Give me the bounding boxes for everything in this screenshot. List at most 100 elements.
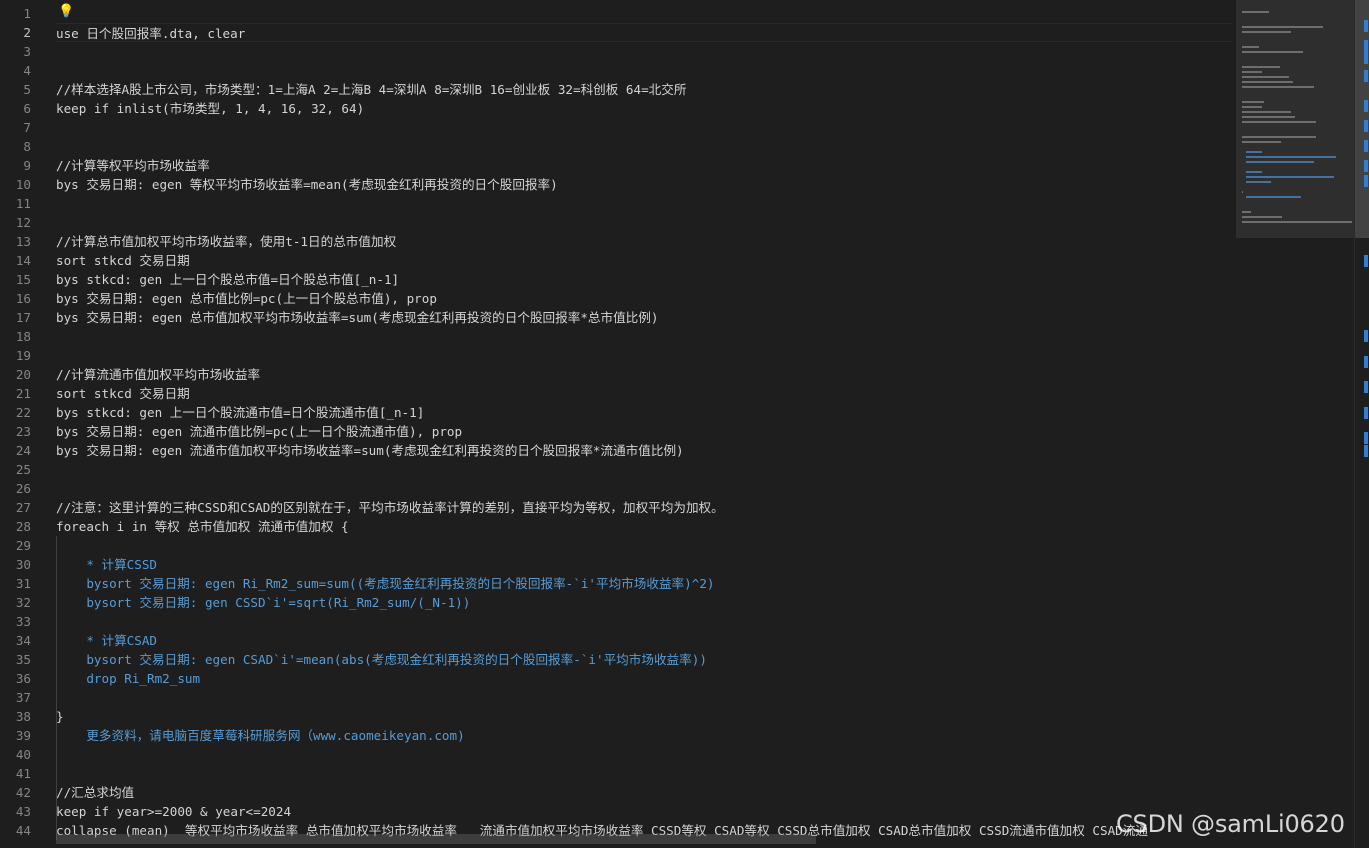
code-line[interactable] xyxy=(56,536,1232,555)
horizontal-scrollbar-thumb[interactable] xyxy=(56,834,816,844)
line-number: 26 xyxy=(15,481,31,496)
scrollbar-marker xyxy=(1364,432,1368,444)
line-number: 8 xyxy=(23,139,31,154)
line-number: 24 xyxy=(15,443,31,458)
line-number: 38 xyxy=(15,709,31,724)
code-line[interactable]: keep if year>=2000 & year<=2024 xyxy=(56,802,1232,821)
line-number: 5 xyxy=(23,82,31,97)
code-line[interactable] xyxy=(56,688,1232,707)
line-number: 32 xyxy=(15,595,31,610)
code-line[interactable] xyxy=(56,745,1232,764)
line-number: 33 xyxy=(15,614,31,629)
code-line[interactable]: } xyxy=(56,707,1232,726)
code-line[interactable]: bysort 交易日期: gen CSSD`i'=sqrt(Ri_Rm2_sum… xyxy=(56,593,1232,612)
code-line[interactable] xyxy=(56,137,1232,156)
code-line[interactable] xyxy=(56,4,1232,23)
scrollbar-marker xyxy=(1364,52,1368,64)
line-number: 23 xyxy=(15,424,31,439)
code-line[interactable] xyxy=(56,118,1232,137)
code-line[interactable]: bys 交易日期: egen 总市值比例=pc(上一日个股总市值), prop xyxy=(56,289,1232,308)
code-line[interactable]: //计算总市值加权平均市场收益率，使用t-1日的总市值加权 xyxy=(56,232,1232,251)
code-line[interactable]: * 计算CSAD xyxy=(56,631,1232,650)
line-number: 19 xyxy=(15,348,31,363)
line-number: 7 xyxy=(23,120,31,135)
minimap-slider[interactable] xyxy=(1236,0,1354,238)
code-line[interactable]: bys 交易日期: egen 流通市值加权平均市场收益率=sum(考虑现金红利再… xyxy=(56,441,1232,460)
watermark: CSDN @samLi0620 xyxy=(1116,810,1345,838)
scrollbar-marker xyxy=(1364,381,1368,393)
vertical-scrollbar-thumb[interactable] xyxy=(1355,0,1369,238)
scrollbar-marker xyxy=(1364,445,1368,457)
line-number: 41 xyxy=(15,766,31,781)
line-number: 10 xyxy=(15,177,31,192)
code-line[interactable]: //样本选择A股上市公司，市场类型：1=上海A 2=上海B 4=深圳A 8=深圳… xyxy=(56,80,1232,99)
scrollbar-marker xyxy=(1364,140,1368,152)
line-number: 31 xyxy=(15,576,31,591)
code-line[interactable] xyxy=(56,346,1232,365)
code-line[interactable] xyxy=(56,612,1232,631)
line-number: 43 xyxy=(15,804,31,819)
code-line[interactable]: sort stkcd 交易日期 xyxy=(56,251,1232,270)
line-number: 36 xyxy=(15,671,31,686)
code-line[interactable]: bys 交易日期: egen 等权平均市场收益率=mean(考虑现金红利再投资的… xyxy=(56,175,1232,194)
code-line[interactable] xyxy=(56,460,1232,479)
line-number: 2 xyxy=(23,25,31,40)
code-line[interactable]: keep if inlist(市场类型, 1, 4, 16, 32, 64) xyxy=(56,99,1232,118)
code-editor[interactable]: 1 2 3 4 5 6 7 8 9 10 11 12 13 14 15 16 17 18 19 20 21 22 23 24 2… xyxy=(0,0,1369,848)
line-number: 44 xyxy=(15,823,31,838)
code-line[interactable] xyxy=(56,61,1232,80)
line-number: 18 xyxy=(15,329,31,344)
line-number: 30 xyxy=(15,557,31,572)
line-number: 15 xyxy=(15,272,31,287)
code-line[interactable]: * 计算CSSD xyxy=(56,555,1232,574)
line-number: 37 xyxy=(15,690,31,705)
code-line[interactable]: //计算等权平均市场收益率 xyxy=(56,156,1232,175)
code-line[interactable] xyxy=(56,194,1232,213)
code-line[interactable] xyxy=(56,42,1232,61)
line-number: 25 xyxy=(15,462,31,477)
scrollbar-marker xyxy=(1364,330,1368,342)
line-number: 17 xyxy=(15,310,31,325)
line-number: 28 xyxy=(15,519,31,534)
code-line[interactable]: bysort 交易日期: egen CSAD`i'=mean(abs(考虑现金红… xyxy=(56,650,1232,669)
line-number: 21 xyxy=(15,386,31,401)
code-line[interactable]: foreach i in 等权 总市值加权 流通市值加权 { xyxy=(56,517,1232,536)
code-line[interactable]: bys 交易日期: egen 流通市值比例=pc(上一日个股流通市值), pro… xyxy=(56,422,1232,441)
line-number-gutter: 1 2 3 4 5 6 7 8 9 10 11 12 13 14 15 16 17 18 19 20 21 22 23 24 2… xyxy=(0,4,40,840)
lightbulb-icon[interactable]: 💡 xyxy=(58,4,74,20)
code-line[interactable] xyxy=(56,327,1232,346)
code-line[interactable]: bys 交易日期: egen 总市值加权平均市场收益率=sum(考虑现金红利再投… xyxy=(56,308,1232,327)
scrollbar-marker xyxy=(1364,356,1368,368)
code-line[interactable]: drop Ri_Rm2_sum xyxy=(56,669,1232,688)
scrollbar-marker xyxy=(1364,120,1368,132)
scrollbar-marker xyxy=(1364,100,1368,112)
line-number: 35 xyxy=(15,652,31,667)
code-line[interactable] xyxy=(56,764,1232,783)
code-line[interactable]: 更多资料，请电脑百度草莓科研服务网（www.caomeikeyan.com) xyxy=(56,726,1232,745)
line-number: 39 xyxy=(15,728,31,743)
scrollbar-marker xyxy=(1364,40,1368,52)
line-number: 16 xyxy=(15,291,31,306)
code-line[interactable]: //计算流通市值加权平均市场收益率 xyxy=(56,365,1232,384)
code-line[interactable]: bys stkcd: gen 上一日个股流通市值=日个股流通市值[_n-1] xyxy=(56,403,1232,422)
scrollbar-marker xyxy=(1364,407,1368,419)
line-number: 29 xyxy=(15,538,31,553)
scrollbar-marker xyxy=(1364,255,1368,267)
scrollbar-marker xyxy=(1364,20,1368,32)
code-line[interactable] xyxy=(56,479,1232,498)
line-number: 11 xyxy=(15,196,31,211)
code-line[interactable]: //注意：这里计算的三种CSSD和CSAD的区别就在于，平均市场收益率计算的差别… xyxy=(56,498,1232,517)
line-number: 13 xyxy=(15,234,31,249)
code-area[interactable]: use 日个股回报率.dta, clear //样本选择A股上市公司，市场类型：1… xyxy=(56,4,1232,840)
code-line[interactable]: sort stkcd 交易日期 xyxy=(56,384,1232,403)
scrollbar-marker xyxy=(1364,160,1368,172)
line-number: 34 xyxy=(15,633,31,648)
code-line[interactable]: //汇总求均值 xyxy=(56,783,1232,802)
code-line[interactable]: use 日个股回报率.dta, clear xyxy=(56,23,1232,42)
line-number: 9 xyxy=(23,158,31,173)
code-line[interactable] xyxy=(56,213,1232,232)
line-number: 20 xyxy=(15,367,31,382)
code-line[interactable]: bysort 交易日期: egen Ri_Rm2_sum=sum((考虑现金红利… xyxy=(56,574,1232,593)
scrollbar-marker xyxy=(1364,175,1368,187)
code-line[interactable]: bys stkcd: gen 上一日个股总市值=日个股总市值[_n-1] xyxy=(56,270,1232,289)
